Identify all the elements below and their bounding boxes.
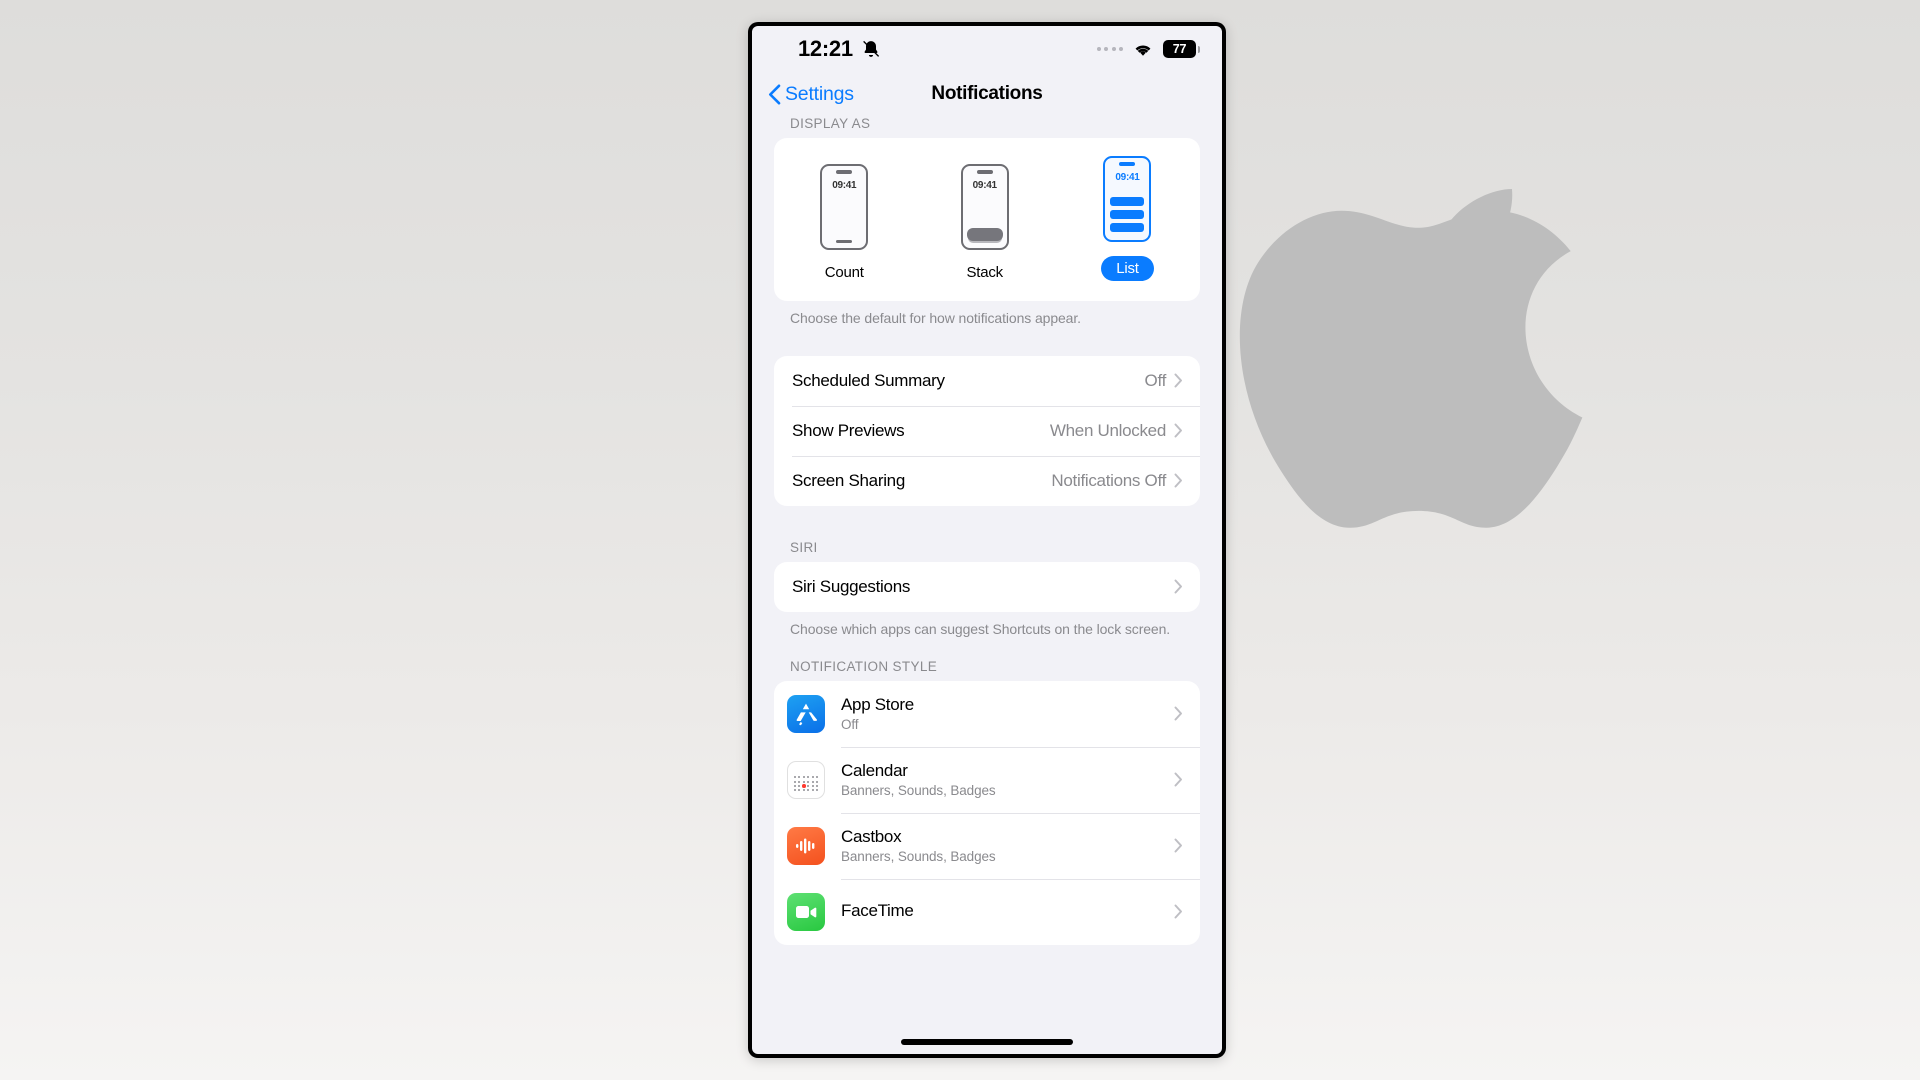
chevron-left-icon <box>768 84 781 105</box>
apple-logo-icon <box>1205 35 1645 595</box>
app-row-calendar-name: Calendar <box>841 761 908 781</box>
app-row-castbox-status: Banners, Sounds, Badges <box>841 849 996 865</box>
bell-slash-icon <box>861 39 881 59</box>
row-scheduled-summary-value: Off <box>1144 370 1167 390</box>
row-screen-sharing-value: Notifications Off <box>1051 470 1166 490</box>
app-row-calendar-status: Banners, Sounds, Badges <box>841 783 996 799</box>
siri-section-header: SIRI <box>790 539 818 555</box>
row-siri-suggestions-label: Siri Suggestions <box>792 576 911 596</box>
app-row-app-store-name: App Store <box>841 695 914 715</box>
chevron-right-icon <box>1174 423 1183 438</box>
phone-screen: 12:21 77 Settings Notifications DISPLAY … <box>752 26 1222 1054</box>
display-option-list-label: List <box>1101 256 1154 281</box>
row-show-previews-value: When Unlocked <box>1049 420 1166 440</box>
app-row-calendar-text: Calendar Banners, Sounds, Badges <box>841 761 1174 798</box>
battery-level-text: 77 <box>1172 42 1187 56</box>
back-button[interactable]: Settings <box>768 83 854 106</box>
row-siri-suggestions[interactable]: Siri Suggestions <box>774 562 1200 612</box>
row-screen-sharing[interactable]: Screen Sharing Notifications Off <box>774 455 1200 506</box>
app-row-facetime-name: FaceTime <box>841 900 914 920</box>
list-preview-icon: 09:41 <box>1103 156 1152 242</box>
battery-indicator: 77 <box>1163 40 1200 58</box>
app-row-castbox-name: Castbox <box>841 827 902 847</box>
display-option-stack-label: Stack <box>966 264 1003 281</box>
app-store-icon <box>787 694 825 733</box>
row-show-previews-label: Show Previews <box>792 420 905 440</box>
chevron-right-icon <box>1174 904 1183 919</box>
navigation-bar: Settings Notifications <box>752 72 1222 116</box>
row-scheduled-summary[interactable]: Scheduled Summary Off <box>774 356 1200 406</box>
notification-settings-card: Scheduled Summary Off Show Previews When… <box>774 355 1200 506</box>
stack-preview-icon: 09:41 <box>960 164 1009 250</box>
settings-scroll-view[interactable]: DISPLAY AS 09:41 Count 09:41 Stack 09:41… <box>752 116 1222 1054</box>
count-preview-time: 09:41 <box>832 180 857 191</box>
status-bar-right: 77 <box>1096 40 1200 58</box>
castbox-icon <box>787 826 825 865</box>
app-row-castbox-text: Castbox Banners, Sounds, Badges <box>841 827 1174 864</box>
calendar-icon <box>787 760 825 799</box>
display-option-stack[interactable]: 09:41 Stack <box>960 164 1009 281</box>
app-row-app-store-text: App Store Off <box>841 695 1174 732</box>
app-row-facetime[interactable]: FaceTime <box>774 878 1200 945</box>
wifi-icon <box>1132 41 1154 58</box>
app-row-facetime-text: FaceTime <box>841 901 1174 923</box>
status-bar: 12:21 77 <box>752 26 1222 72</box>
display-option-count-label: Count <box>824 264 864 281</box>
display-option-list[interactable]: 09:41 List <box>1101 156 1154 281</box>
chevron-right-icon <box>1174 373 1183 388</box>
back-button-label: Settings <box>785 82 854 105</box>
cellular-dots-icon <box>1096 47 1123 51</box>
home-indicator[interactable] <box>901 1039 1073 1045</box>
display-as-section-footer: Choose the default for how notifications… <box>790 310 1081 326</box>
notification-style-section-header: NOTIFICATION STYLE <box>790 658 938 674</box>
list-preview-time: 09:41 <box>1115 172 1140 183</box>
chevron-right-icon <box>1174 838 1183 853</box>
app-row-calendar[interactable]: Calendar Banners, Sounds, Badges <box>774 746 1200 813</box>
chevron-right-icon <box>1174 772 1183 787</box>
chevron-right-icon <box>1174 579 1183 594</box>
row-screen-sharing-label: Screen Sharing <box>792 470 905 490</box>
row-show-previews[interactable]: Show Previews When Unlocked <box>774 405 1200 456</box>
display-as-card: 09:41 Count 09:41 Stack 09:41 List <box>774 138 1200 301</box>
status-time: 12:21 <box>798 36 853 61</box>
row-scheduled-summary-label: Scheduled Summary <box>792 370 945 390</box>
count-preview-icon: 09:41 <box>820 164 869 250</box>
siri-section-footer: Choose which apps can suggest Shortcuts … <box>790 620 1171 637</box>
chevron-right-icon <box>1174 706 1183 721</box>
display-as-section-header: DISPLAY AS <box>790 116 871 131</box>
app-row-app-store-status: Off <box>841 717 859 733</box>
app-row-castbox[interactable]: Castbox Banners, Sounds, Badges <box>774 812 1200 879</box>
stack-preview-time: 09:41 <box>972 180 997 191</box>
display-option-count[interactable]: 09:41 Count <box>820 164 869 281</box>
facetime-icon <box>787 892 825 931</box>
siri-card: Siri Suggestions <box>774 561 1200 612</box>
display-as-options: 09:41 Count 09:41 Stack 09:41 List <box>774 156 1200 281</box>
status-bar-left: 12:21 <box>798 36 881 62</box>
notification-style-card: App Store Off Calendar Banners, Sounds, … <box>774 680 1200 945</box>
phone-device-frame: 12:21 77 Settings Notifications DISPLAY … <box>748 22 1226 1058</box>
app-row-app-store[interactable]: App Store Off <box>774 681 1200 747</box>
chevron-right-icon <box>1174 473 1183 488</box>
